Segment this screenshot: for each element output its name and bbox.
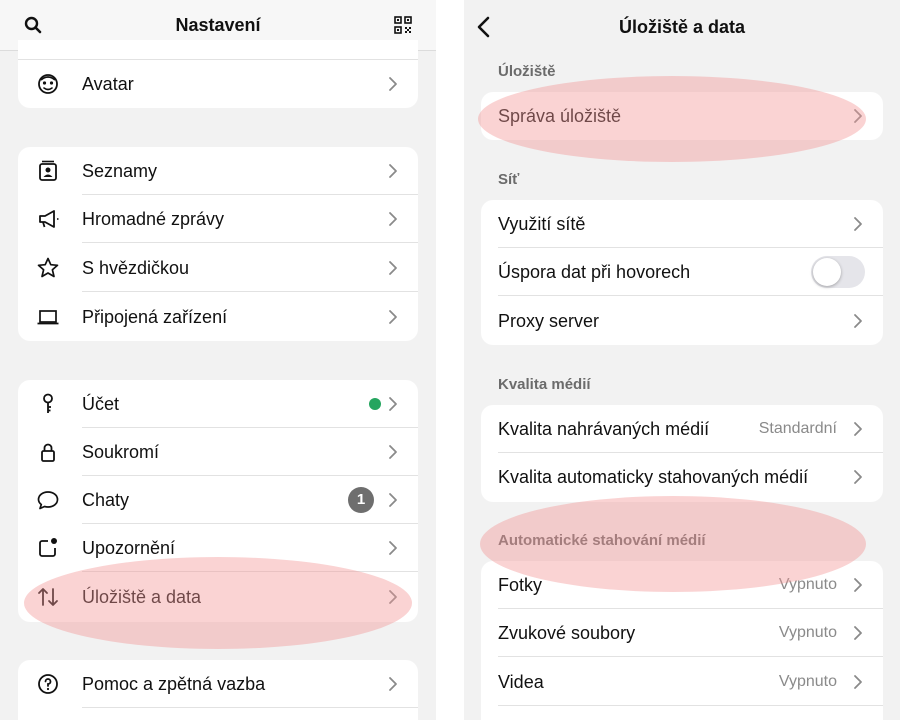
highlight-annotation: [24, 557, 412, 649]
settings-row-privacy[interactable]: Soukromí: [18, 428, 418, 476]
chevron-right-icon: [384, 162, 402, 180]
row-value: Vypnuto: [778, 624, 837, 641]
chevron-right-icon: [384, 395, 402, 413]
key-icon: [36, 392, 60, 416]
qr-code-icon[interactable]: [388, 10, 418, 40]
audio-row[interactable]: Zvukové soubory Vypnuto: [481, 609, 883, 657]
chevron-right-icon: [849, 420, 867, 438]
media-quality-card: Kvalita nahrávaných médií Standardní Kva…: [481, 405, 883, 502]
storage-header: Úložiště a data: [464, 0, 900, 50]
settings-row-label: Účet: [82, 394, 120, 414]
network-usage-row[interactable]: Využití sítě: [481, 200, 883, 248]
chevron-right-icon: [384, 539, 402, 557]
settings-row-label: Pomoc a zpětná vazba: [82, 674, 266, 694]
settings-row-avatar[interactable]: Avatar: [18, 60, 418, 108]
settings-row-label: Hromadné zprávy: [82, 209, 225, 229]
row-label: Proxy server: [498, 311, 600, 331]
settings-row-lists[interactable]: Seznamy: [18, 147, 418, 195]
chat-bubble-icon: [36, 488, 60, 512]
section-header-network: Síť: [498, 171, 520, 188]
storage-data-screen: Úložiště a data Úložiště Správa úložiště…: [464, 0, 900, 720]
settings-row-label: Chaty: [82, 490, 130, 510]
settings-row-linked-devices[interactable]: Připojená zařízení: [18, 293, 418, 341]
settings-row-label: Připojená zařízení: [82, 307, 228, 327]
upload-quality-row[interactable]: Kvalita nahrávaných médií Standardní: [481, 405, 883, 453]
star-icon: [36, 256, 60, 280]
highlight-annotation: [478, 76, 866, 162]
row-value: Standardní: [758, 420, 837, 437]
settings-row-starred[interactable]: S hvězdičkou: [18, 244, 418, 292]
auto-download-quality-row[interactable]: Kvalita automaticky stahovaných médií: [481, 453, 883, 501]
chevron-right-icon: [384, 210, 402, 228]
chevron-right-icon: [849, 312, 867, 330]
settings-row-label: Avatar: [82, 74, 134, 94]
row-label: Videa: [498, 672, 544, 692]
video-row[interactable]: Videa Vypnuto: [481, 658, 883, 706]
settings-row-chats[interactable]: Chaty 1: [18, 476, 418, 524]
chevron-right-icon: [849, 468, 867, 486]
settings-row-label: S hvězdičkou: [82, 258, 190, 278]
row-label: Zvukové soubory: [498, 623, 636, 643]
laptop-icon: [36, 305, 60, 329]
notification-icon: [36, 536, 60, 560]
data-saver-toggle[interactable]: [811, 256, 865, 288]
section-header-media-quality: Kvalita médií: [498, 376, 591, 393]
page-title: Úložiště a data: [618, 17, 746, 37]
chevron-right-icon: [384, 675, 402, 693]
network-card: Využití sítě Úspora dat při hovorech Pro…: [481, 200, 883, 345]
avatar-icon: [36, 72, 60, 96]
chevron-right-icon: [384, 491, 402, 509]
megaphone-icon: [36, 207, 60, 231]
chevron-right-icon: [384, 75, 402, 93]
highlight-annotation: [480, 496, 866, 592]
settings-row-help[interactable]: Pomoc a zpětná vazba: [18, 660, 418, 708]
chevron-right-icon: [384, 443, 402, 461]
row-label: Využití sítě: [498, 214, 586, 234]
chevron-right-icon: [849, 576, 867, 594]
toggle-knob: [813, 258, 841, 286]
row-value: Vypnuto: [778, 673, 837, 690]
chevron-right-icon: [849, 624, 867, 642]
row-label: Kvalita nahrávaných médií: [498, 419, 710, 439]
help-card: Pomoc a zpětná vazba: [18, 660, 418, 720]
lock-icon: [36, 440, 60, 464]
chevron-right-icon: [384, 259, 402, 277]
section-header-storage: Úložiště: [498, 63, 556, 80]
features-card: Seznamy Hromadné zprávy S hvězdičkou Při…: [18, 147, 418, 341]
settings-row-label: Soukromí: [82, 442, 160, 462]
settings-screen: Nastavení Avatar Seznamy Hromadné zprávy…: [0, 0, 436, 720]
row-label: Kvalita automaticky stahovaných médií: [498, 467, 809, 487]
chevron-right-icon: [384, 308, 402, 326]
online-status-dot: [369, 398, 381, 410]
chevron-right-icon: [849, 673, 867, 691]
settings-row-account[interactable]: Účet: [18, 380, 418, 428]
lists-icon: [36, 159, 60, 183]
row-label: Úspora dat při hovorech: [498, 262, 691, 282]
profile-card: Avatar: [18, 40, 418, 108]
help-icon: [36, 672, 60, 696]
data-saver-row: Úspora dat při hovorech: [481, 248, 883, 296]
proxy-row[interactable]: Proxy server: [481, 297, 883, 345]
settings-row-broadcast[interactable]: Hromadné zprávy: [18, 195, 418, 243]
chevron-right-icon: [849, 215, 867, 233]
settings-row-label: Seznamy: [82, 161, 158, 181]
unread-badge: 1: [348, 487, 374, 513]
